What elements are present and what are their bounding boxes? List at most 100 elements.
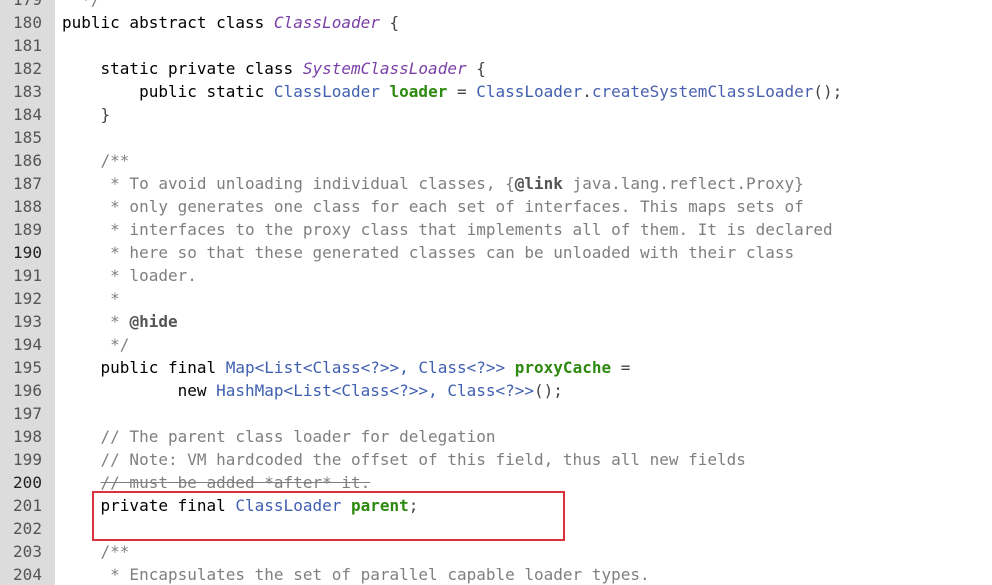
code-token: SystemClassLoader [302,59,467,78]
code-token: ClassLoader [476,82,583,101]
code-token: * here so that these generated classes c… [62,243,795,262]
code-text: public abstract class ClassLoader { [62,11,399,34]
highlight-box [92,491,565,541]
code-text: * [62,287,120,310]
line-number: 190 [13,243,42,262]
line-number: 187 [13,174,42,193]
code-token: * [62,289,120,308]
line-number: 181 [13,36,42,55]
line-number: 196 [13,381,42,400]
code-token: createSystemClassLoader [591,82,814,101]
line-number: 191 [13,266,42,285]
code-line: 194 */ [0,333,992,356]
code-text: * @hide [62,310,178,333]
code-text: /** [62,149,130,172]
code-token: * loader. [62,266,197,285]
line-number: 202 [13,519,42,538]
line-number: 184 [13,105,42,124]
code-line: 192 * [0,287,992,310]
code-text: */ [62,333,129,356]
code-text: static private class SystemClassLoader { [62,57,486,80]
code-text: /** [62,540,130,563]
code-text: * only generates one class for each set … [62,195,804,218]
code-token: public abstract class [62,13,274,32]
code-line: 188 * only generates one class for each … [0,195,992,218]
line-number: 185 [13,128,42,147]
line-number: 193 [13,312,42,331]
code-line: 184 } [0,103,992,126]
line-number: 186 [13,151,42,170]
code-text: // Note: VM hardcoded the offset of this… [62,448,746,471]
code-token: * To avoid unloading individual classes,… [62,174,515,193]
line-number: 179 [0,0,55,11]
code-line: 196 new HashMap<List<Class<?>>, Class<?>… [0,379,992,402]
code-token: */ [62,335,130,354]
code-token: // The parent class loader for delegatio… [62,427,496,446]
code-line: 190 * here so that these generated class… [0,241,992,264]
code-line: 181 [0,34,992,57]
code-line: 180 public abstract class ClassLoader { [0,11,992,34]
code-token: loader [389,82,448,101]
code-line: 191 * loader. [0,264,992,287]
code-line: 204 * Encapsulates the set of parallel c… [0,563,992,585]
code-line: 199 // Note: VM hardcoded the offset of … [0,448,992,471]
code-line: 186 /** [0,149,992,172]
code-token: (); [813,82,843,101]
code-text: public final Map<List<Class<?>>, Class<?… [62,356,631,379]
code-text: // The parent class loader for delegatio… [62,425,496,448]
code-token: proxyCache [514,358,612,377]
code-line: 195 public final Map<List<Class<?>>, Cla… [0,356,992,379]
code-token: public final [62,358,226,377]
line-number: 200 [13,473,42,492]
code-line: 179 */ [0,0,992,11]
code-line: 189 * interfaces to the proxy class that… [0,218,992,241]
code-token: @hide [129,312,178,331]
line-number: 197 [13,404,42,423]
line-number: 199 [13,450,42,469]
code-text: * Encapsulates the set of parallel capab… [62,563,650,585]
code-token: { [379,13,400,32]
line-number: 183 [13,82,42,101]
code-token: (); [534,381,563,400]
code-text: * loader. [62,264,197,287]
code-token: public static [62,82,274,101]
code-token: // must be added *after* it. [100,473,371,492]
line-number: 192 [13,289,42,308]
code-line: 197 [0,402,992,425]
line-number: 204 [13,565,42,584]
line-number: 180 [13,13,42,32]
line-number: 188 [13,197,42,216]
code-line: 183 public static ClassLoader loader = C… [0,80,992,103]
code-token: { [466,59,486,78]
line-number: 194 [13,335,42,354]
code-token: = [611,358,631,377]
code-token: * only generates one class for each set … [62,197,804,216]
code-token: } [62,105,111,124]
code-token: Map<List<Class<?>>, Class<?>> [225,358,506,377]
code-line: 187 * To avoid unloading individual clas… [0,172,992,195]
code-token: HashMap<List<Class<?>>, Class<?>> [216,381,535,400]
code-token: ClassLoader [273,13,380,32]
code-token: = [447,82,477,101]
code-token: ClassLoader [273,82,380,101]
code-text: * interfaces to the proxy class that imp… [62,218,832,241]
code-line: 198 // The parent class loader for deleg… [0,425,992,448]
code-token: * Encapsulates the set of parallel capab… [62,565,650,584]
code-token: java.lang.reflect.Proxy} [562,174,804,193]
line-number: 195 [13,358,42,377]
code-line: 203 /** [0,540,992,563]
code-token: */ [62,0,100,9]
line-number: 201 [13,496,42,515]
code-token: new [62,381,217,400]
code-token: /** [62,542,130,561]
code-text: * To avoid unloading individual classes,… [62,172,804,195]
code-token: * [62,312,130,331]
code-viewer: 179 */ 180 public abstract class ClassLoad… [0,0,992,585]
code-token: static private class [62,59,303,78]
code-token: // Note: VM hardcoded the offset of this… [62,450,746,469]
code-token: @link [514,174,563,193]
code-text: * here so that these generated classes c… [62,241,794,264]
